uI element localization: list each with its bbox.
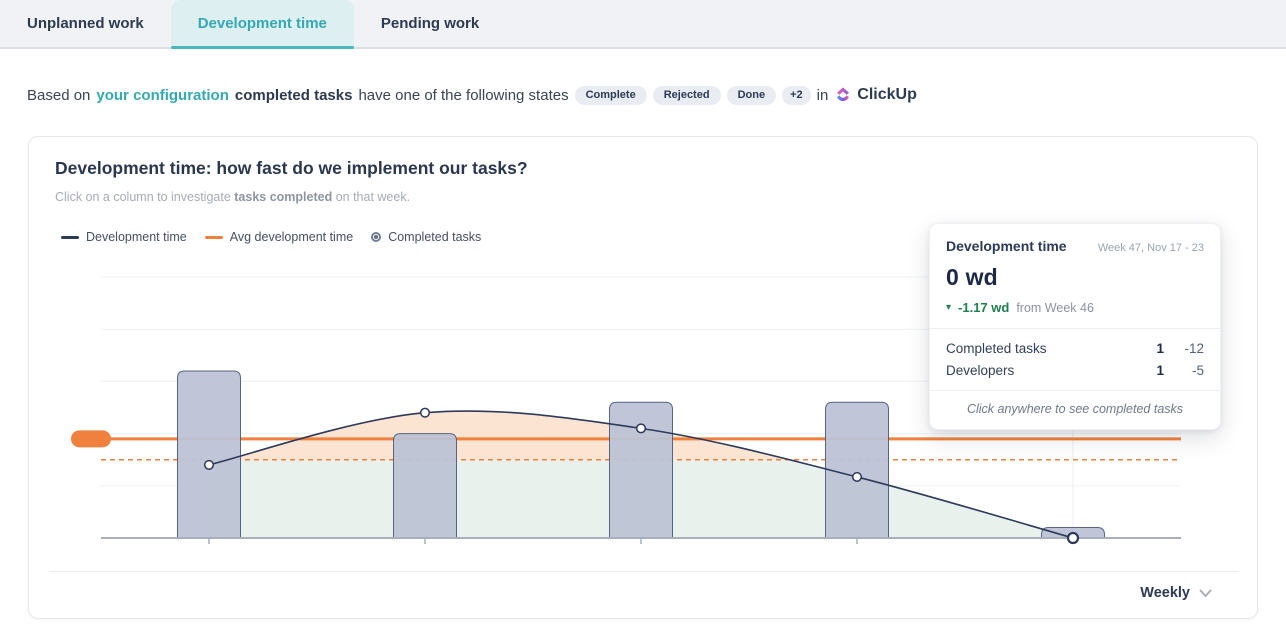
clickup-label: ClickUp [857,86,917,104]
state-badge-more[interactable]: +2 [782,86,811,105]
line-marker-week-45 [637,424,646,433]
card-footer-divider [49,571,1239,572]
period-dropdown[interactable]: Weekly [1140,585,1212,601]
tooltip-date-range: Week 47, Nov 17 - 23 [1098,242,1204,254]
bar-week-46[interactable] [826,402,889,538]
state-badge-complete: Complete [575,86,647,105]
bar-week-44[interactable] [394,434,457,538]
tab-development-time[interactable]: Development time [171,0,354,47]
tooltip-title: Development time [946,238,1067,254]
statement-prefix: Based on [27,87,90,104]
tooltip-row-completed-tasks: Completed tasks 1 -12 [946,341,1204,356]
chevron-down-icon [1199,589,1212,598]
delta-down-icon: ▾ [946,303,951,313]
statement-in: in [817,87,829,104]
clickup-link[interactable]: ClickUp [834,86,917,104]
tooltip-delta: -1.17 wd [958,300,1009,315]
state-badge-done: Done [727,86,777,105]
configuration-statement: Based on your configuration completed ta… [27,84,917,106]
tab-unplanned-work[interactable]: Unplanned work [0,0,171,47]
tab-pending-work[interactable]: Pending work [354,0,506,47]
bar-week-45[interactable] [610,402,673,538]
tooltip-footer: Click anywhere to see completed tasks [930,391,1220,429]
line-marker-week-46 [853,473,862,482]
bar-week-43[interactable] [178,371,241,538]
chart-tooltip: Development time Week 47, Nov 17 - 23 0 … [929,223,1221,430]
tooltip-delta-context: from Week 46 [1016,301,1094,315]
line-marker-week-44 [421,408,430,417]
development-time-card: Development time: how fast do we impleme… [28,136,1258,619]
state-badge-rejected: Rejected [653,86,721,105]
statement-bold: completed tasks [235,87,353,104]
period-label: Weekly [1140,585,1190,601]
tooltip-row-developers: Developers 1 -5 [946,363,1204,378]
line-marker-week-47 [1068,533,1078,543]
your-configuration-link[interactable]: your configuration [96,87,229,104]
clickup-logo-icon [834,86,852,104]
line-marker-week-43 [205,461,214,470]
statement-rest: have one of the following states [358,87,568,104]
tab-bar: Unplanned work Development time Pending … [0,0,1286,49]
tooltip-value: 0 wd [930,254,1220,291]
